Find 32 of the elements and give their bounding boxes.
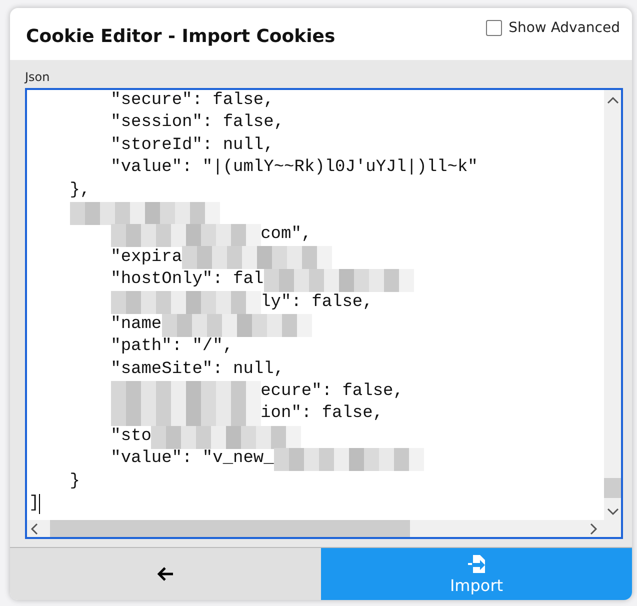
text-cursor [39,494,40,514]
code-text: "session": false, [110,112,284,134]
show-advanced-checkbox[interactable] [486,20,502,36]
code-text: "expira [110,246,182,269]
code-text: "sameSite": null, [110,358,284,381]
scroll-right-icon[interactable] [590,522,598,534]
show-advanced-label[interactable]: Show Advanced [508,20,620,36]
code-text: ] [29,493,40,516]
code-text: ecure": false, [260,381,404,404]
file-import-icon [468,554,486,574]
code-text: "name [110,314,162,336]
code-text: "value": "|(umlY~~Rk)l0J'uYJl|)ll~k" [110,157,478,180]
code-text: "storeId": null, [110,134,274,157]
code-text: "hostOnly": fal [110,269,264,292]
json-label: Json [25,70,51,84]
scroll-left-icon[interactable] [30,522,38,534]
dialog-title: Cookie Editor - Import Cookies [26,26,336,46]
code-text: com", [260,224,312,246]
code-text: "secure": false, [110,90,274,112]
json-textarea[interactable] [25,88,623,539]
scroll-up-icon[interactable] [606,96,618,104]
code-text: "value": "v_new_ [110,448,274,470]
code-text: } [68,470,80,493]
horizontal-scrollbar-thumb[interactable] [50,520,410,537]
code-text: "path": "/", [110,336,234,358]
code-text: "sto [110,426,152,448]
vertical-scrollbar-thumb[interactable] [604,478,621,498]
code-text: ion": false, [260,403,384,426]
scroll-down-icon[interactable] [606,508,618,516]
code-text: ly": false, [260,292,373,314]
code-text: }, [68,180,90,202]
back-arrow-icon [156,566,174,582]
